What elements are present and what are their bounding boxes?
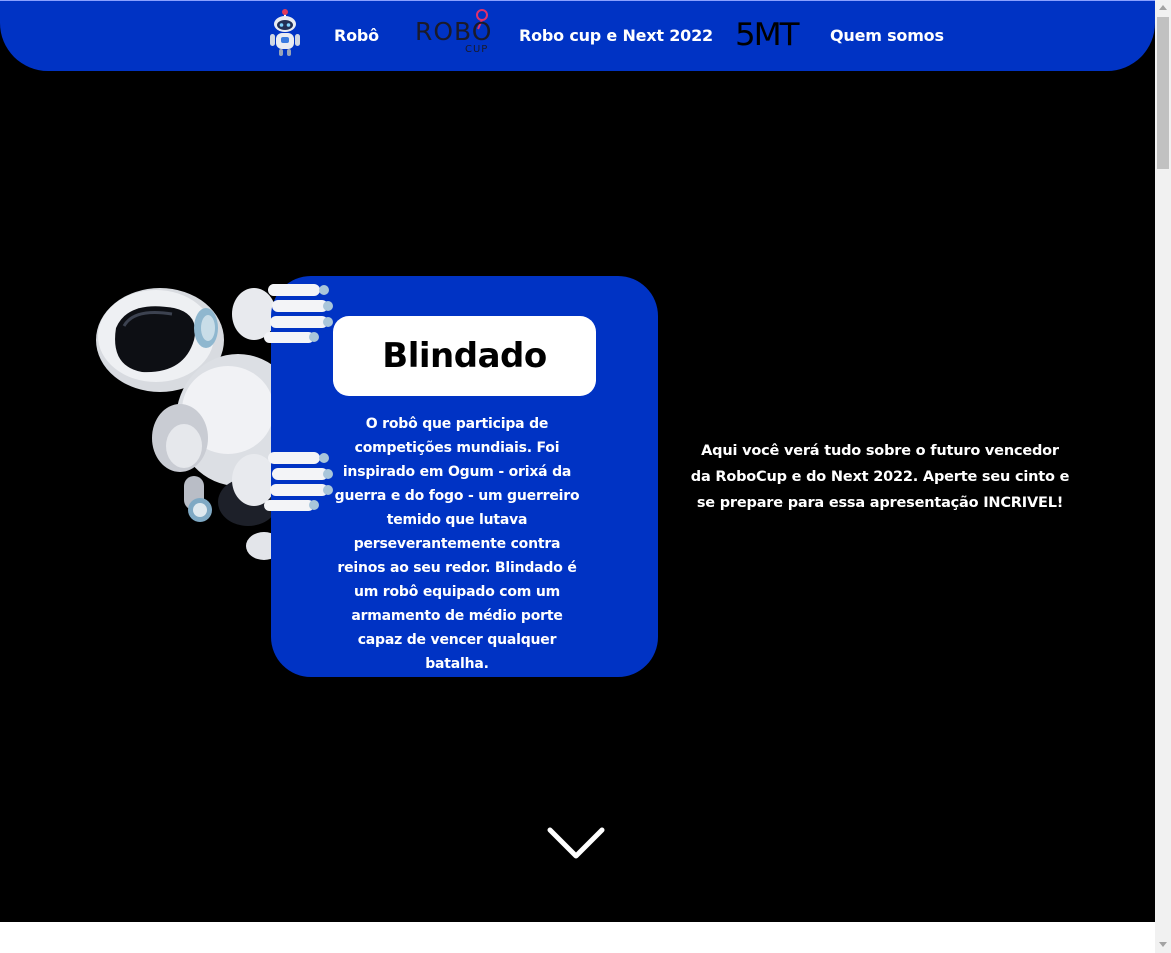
robot-fingers-overlay [270,284,333,511]
scrollbar-thumb[interactable] [1157,17,1169,169]
robocup-logo-main: ROBO [415,17,493,46]
page: Robô ROBO CUP Robo cup e Next 2022 5MT Q… [0,0,1155,953]
card-description: O robô que participa de competições mund… [334,416,580,672]
nav-link-robocup-next[interactable]: Robo cup e Next 2022 [519,25,713,47]
robot-mascot-icon[interactable] [266,9,304,63]
nav-link-quem-somos[interactable]: Quem somos [830,25,944,47]
card-title-box: Blindado [333,316,596,396]
robocup-logo-sub: CUP [465,44,489,55]
nav-link-robo[interactable]: Robô [334,25,379,47]
scroll-up-arrow-icon[interactable] [1159,5,1167,10]
smt-logo[interactable]: 5MT [735,17,799,53]
chevron-down-icon[interactable] [546,826,606,866]
scroll-down-arrow-icon[interactable] [1159,942,1167,947]
top-navbar: Robô ROBO CUP Robo cup e Next 2022 5MT Q… [0,0,1155,71]
hero-section: Robô ROBO CUP Robo cup e Next 2022 5MT Q… [0,0,1155,922]
card-title: Blindado [382,336,547,376]
intro-text: Aqui você verá tudo sobre o futuro vence… [690,443,1070,511]
page-scrollbar[interactable] [1155,0,1171,953]
